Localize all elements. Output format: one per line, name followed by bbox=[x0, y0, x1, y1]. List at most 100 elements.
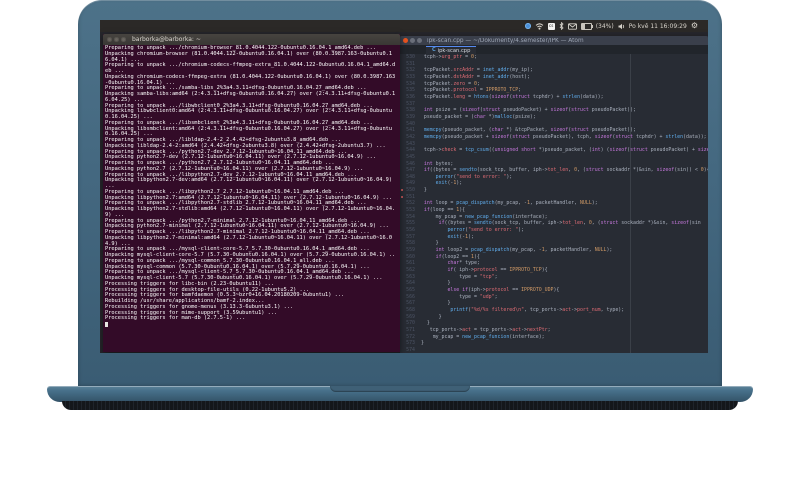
maximize-button[interactable] bbox=[121, 37, 126, 42]
code-line[interactable]: 571 tcp_ports->act = tcp_ports->act->nex… bbox=[400, 327, 708, 334]
code-line[interactable]: 540 bbox=[400, 121, 708, 128]
line-number: 543 bbox=[406, 140, 415, 147]
terminal-prompt-line bbox=[105, 322, 398, 329]
atom-window-title: ipk-scan.cpp — ~/Dokumenty/4.semester/IP… bbox=[427, 37, 584, 44]
minimize-button[interactable] bbox=[410, 38, 415, 43]
terminal-titlebar[interactable]: barborka@barborka: ~ bbox=[103, 34, 400, 45]
code-line[interactable]: 564 } bbox=[400, 280, 708, 287]
code-line[interactable]: 536 tcpPacket.leng = htons(sizeof(struct… bbox=[400, 94, 708, 101]
code-line[interactable]: 565 else if(iph->protocol == IPPROTO_UDP… bbox=[400, 287, 708, 294]
code-line[interactable]: 538 int psize = (sizeof(struct pseudoPac… bbox=[400, 107, 708, 114]
code-line[interactable]: 563 type = "tcp"; bbox=[400, 274, 708, 281]
code-text: } bbox=[418, 240, 439, 247]
code-line[interactable]: 542 memcpy(pseudo_packet + sizeof(struct… bbox=[400, 134, 708, 141]
mail-icon[interactable] bbox=[567, 22, 577, 30]
code-line[interactable]: 546 int bytes; bbox=[400, 161, 708, 168]
volume-icon[interactable] bbox=[618, 23, 625, 30]
atom-window: ipk-scan.cpp — ~/Dokumenty/4.semester/IP… bbox=[400, 36, 708, 353]
code-line[interactable]: 574 bbox=[400, 347, 708, 353]
keyboard-layout-indicator[interactable]: cs bbox=[547, 22, 555, 30]
code-line[interactable]: 535 tcpPacket.protocol = IPPROTO_TCP; bbox=[400, 87, 708, 94]
code-line[interactable]: 553 if(loop == 1){ bbox=[400, 207, 708, 214]
line-number: 572 bbox=[406, 333, 415, 340]
code-line[interactable]: 545 bbox=[400, 154, 708, 161]
code-line[interactable]: 547 if((bytes = sendto(sock_tcp, buffer,… bbox=[400, 167, 708, 174]
code-text: tcpPacket.leng = htons(sizeof(struct tcp… bbox=[418, 93, 604, 100]
code-line[interactable]: 572 my_pcap = new_pcap_funcion(interface… bbox=[400, 334, 708, 341]
code-text: perror("send to error: "); bbox=[435, 173, 513, 180]
code-line[interactable]: 559 int loop2 = pcap_dispatch(my_pcap, -… bbox=[400, 247, 708, 254]
code-line[interactable]: 557 exit(-1); bbox=[400, 234, 708, 241]
code-line[interactable]: 541 memcpy(pseudo_packet, (char *) &tcpP… bbox=[400, 127, 708, 134]
code-line[interactable]: 548 perror("send to error: "); bbox=[400, 174, 708, 181]
battery-percentage[interactable]: (34%) bbox=[596, 23, 614, 30]
bluetooth-icon[interactable] bbox=[559, 22, 564, 30]
code-text: } bbox=[418, 320, 430, 327]
line-number: 573 bbox=[406, 340, 415, 347]
code-line[interactable]: 533 tcpPacket.dstAddr = inet_addr(host); bbox=[400, 74, 708, 81]
maximize-button[interactable] bbox=[417, 38, 422, 43]
code-line[interactable]: 544 tcph->check = tcp_csum((unsigned sho… bbox=[400, 147, 708, 154]
code-line[interactable]: 543 bbox=[400, 141, 708, 148]
line-number: 570 bbox=[406, 320, 415, 327]
code-line[interactable]: 556 perror("send to error: "); bbox=[400, 227, 708, 234]
code-line[interactable]: 549 exit(-1); bbox=[400, 180, 708, 187]
code-line[interactable]: 558 } bbox=[400, 240, 708, 247]
terminal-line: Unpacking libpython2.7-stdlib:amd64 (2.7… bbox=[105, 206, 396, 218]
clock[interactable]: Po kvě 11 16:09:29 bbox=[629, 23, 687, 30]
input-method-icon[interactable] bbox=[524, 23, 531, 29]
code-text: } bbox=[418, 340, 424, 347]
code-line[interactable]: 570 } bbox=[400, 320, 708, 327]
gutter-diff-mark bbox=[401, 195, 403, 198]
code-line[interactable]: 532 tcpPacket.srcAddr = inet_addr(my_ip)… bbox=[400, 67, 708, 74]
code-line[interactable]: 551 bbox=[400, 194, 708, 201]
code-line[interactable]: 566 type = "udp"; bbox=[400, 294, 708, 301]
code-text: tcpPacket.srcAddr = inet_addr(my_ip); bbox=[418, 67, 533, 74]
line-number: 551 bbox=[400, 194, 418, 201]
code-line[interactable]: 534 tcpPacket.zero = 0; bbox=[400, 81, 708, 88]
code-text: tcpPacket.zero = 0; bbox=[418, 80, 480, 87]
code-text: int loop2 = pcap_dispatch(my_pcap, -1, p… bbox=[435, 247, 613, 254]
line-number: 558 bbox=[406, 240, 415, 247]
close-button[interactable] bbox=[107, 37, 112, 42]
code-line[interactable]: 539 pseudo_packet = (char *)malloc(psize… bbox=[400, 114, 708, 121]
terminal-output[interactable]: Preparing to unpack .../chromium-browser… bbox=[103, 45, 400, 352]
code-line[interactable]: 561 char* type; bbox=[400, 260, 708, 267]
code-text: } bbox=[418, 187, 427, 194]
code-line[interactable]: 567 } bbox=[400, 300, 708, 307]
code-editor[interactable]: 530 tcph->urg_ptr = 0; 531 532 tcpPacket.s… bbox=[400, 54, 708, 353]
code-line[interactable]: 530 tcph->urg_ptr = 0; bbox=[400, 54, 708, 61]
code-text: tcpPacket.dstAddr = inet_addr(host); bbox=[418, 73, 530, 80]
code-line[interactable]: 573 } bbox=[400, 340, 708, 347]
code-line[interactable]: 562 if( iph->protocol == IPPROTO_TCP){ bbox=[400, 267, 708, 274]
line-number: 566 bbox=[406, 293, 415, 300]
code-line[interactable]: 568 printf("%d/%s filtered\n", tcp_ports… bbox=[400, 307, 708, 314]
code-text: memcpy(pseudo_packet, (char *) &tcpPacke… bbox=[423, 127, 636, 134]
minimize-button[interactable] bbox=[114, 37, 119, 42]
code-line[interactable]: 555 if((bytes = sendto(sock_tcp, buffer,… bbox=[400, 220, 708, 227]
code-text: } bbox=[418, 280, 451, 287]
line-number: 546 bbox=[406, 160, 415, 167]
laptop-lid-notch bbox=[330, 386, 470, 392]
battery-icon[interactable] bbox=[580, 22, 593, 30]
code-line[interactable]: 531 bbox=[400, 61, 708, 68]
code-text: perror("send to error: "); bbox=[447, 227, 525, 234]
line-number: 571 bbox=[406, 326, 415, 333]
code-text: if(loop2 == 1){ bbox=[435, 253, 480, 260]
code-line[interactable]: 560 if(loop2 == 1){ bbox=[400, 254, 708, 261]
session-gear-icon[interactable]: ⚙ bbox=[691, 22, 698, 30]
tab-ipk-scan[interactable]: C ipk-scan.cpp bbox=[426, 46, 477, 54]
code-line[interactable]: 554 my_pcap = new_pcap_funcion(interface… bbox=[400, 214, 708, 221]
code-line[interactable]: 537 bbox=[400, 101, 708, 108]
code-text: if((bytes = sendto(sock_tcp, buffer, iph… bbox=[423, 167, 708, 174]
wifi-icon[interactable] bbox=[535, 22, 544, 30]
atom-titlebar[interactable]: ipk-scan.cpp — ~/Dokumenty/4.semester/IP… bbox=[400, 36, 708, 45]
code-line[interactable]: 550 } bbox=[400, 187, 708, 194]
close-button[interactable] bbox=[403, 38, 408, 43]
code-text: type = "tcp"; bbox=[418, 273, 498, 280]
code-line[interactable]: 569 } bbox=[400, 314, 708, 321]
code-line[interactable]: 552 int loop = pcap_dispatch(my_pcap, -1… bbox=[400, 200, 708, 207]
